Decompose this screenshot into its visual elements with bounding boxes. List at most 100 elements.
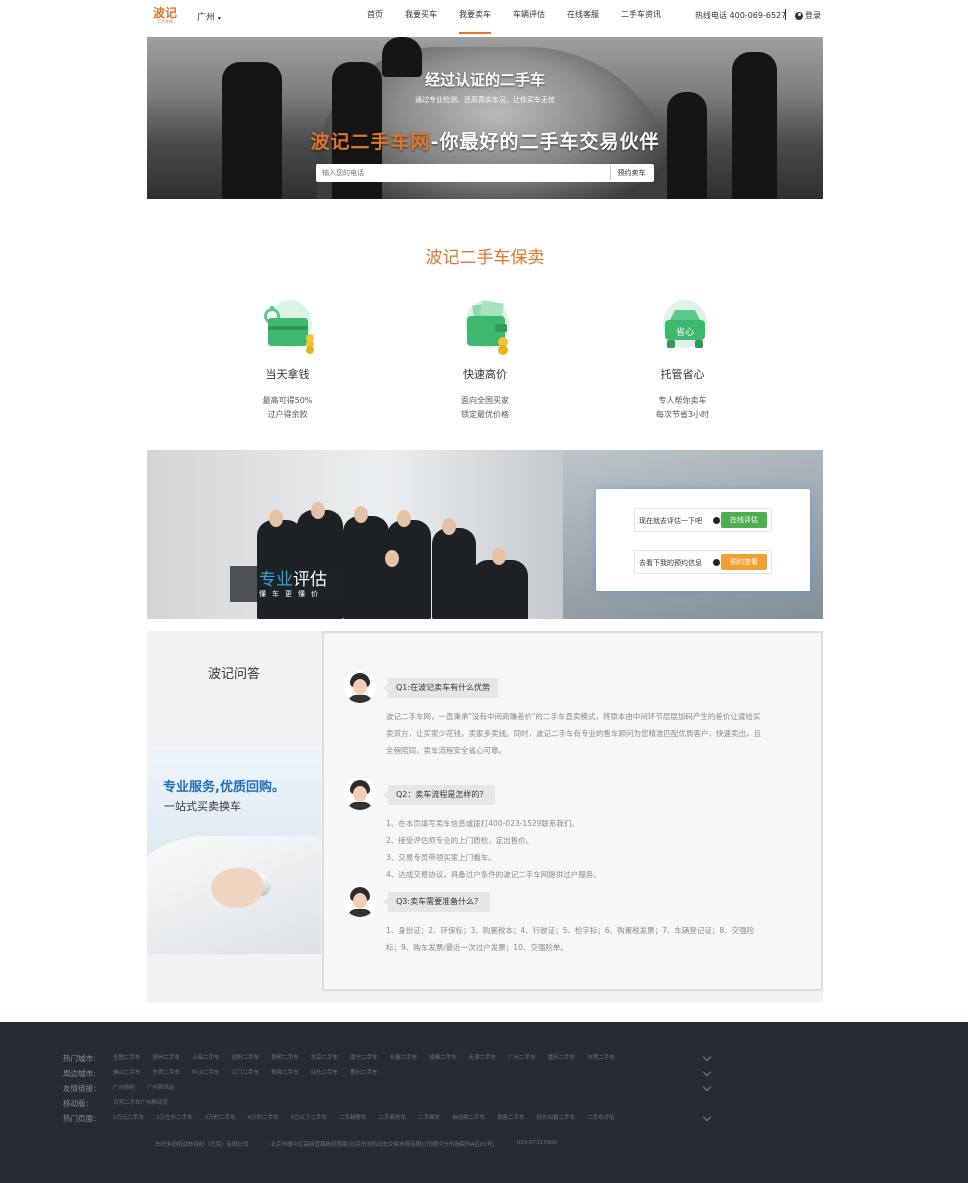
footer-link[interactable]: 二手越野车	[339, 1113, 367, 1124]
footer-link[interactable]: 南宁二手车	[350, 1053, 378, 1064]
footer-link[interactable]: 上海二手车	[192, 1053, 220, 1064]
icon-text: 省心	[675, 326, 693, 338]
answer-line: 标；9、购车发票/最近一次过户发票；10、交强险单。	[386, 943, 568, 952]
nav-online-service[interactable]: 在线客服	[567, 0, 599, 34]
feature-desc: 最高可得50%	[262, 396, 313, 405]
footer-link[interactable]: 急售二手车	[497, 1113, 525, 1124]
footer-link-row: 热门城市: 全国二手车 郑州二手车 上海二手车 沈阳二手车 昆明二手车 北京二手车 南宁二手车…	[63, 1053, 627, 1064]
face	[311, 502, 325, 519]
nav-car-evaluation[interactable]: 车辆评估	[513, 0, 545, 34]
answer-line: 1、在本页填写卖车信息或拨打400-023-1529联系我们。	[386, 819, 579, 828]
footer-link[interactable]: 昆明二手车	[271, 1053, 299, 1064]
footer-link-row: 热门页面： 1万元二手车 2万左右二手车 3万的二手车 4万的二手车 5万以下二手车 二手越…	[63, 1113, 627, 1124]
hotline: 热线电话 400-069-6527	[695, 11, 787, 20]
footer-link[interactable]: 沈阳二手车	[232, 1053, 260, 1064]
footer-link[interactable]: 长春二手车	[390, 1053, 418, 1064]
city-selector[interactable]: 广州 ▾	[197, 10, 221, 23]
team-member	[362, 562, 428, 619]
footer-link[interactable]: 广州资讯站	[147, 1083, 175, 1094]
wallet-clock-icon	[258, 298, 318, 358]
footer-link[interactable]: 二手面车	[418, 1113, 440, 1124]
ad-title: 专业服务,优质回购。	[163, 780, 285, 795]
nav-news[interactable]: 二手车资讯	[621, 0, 661, 34]
footer-link[interactable]: 5万以下二手车	[291, 1113, 328, 1124]
footer-link[interactable]: 佛山二手车	[113, 1068, 141, 1079]
footer-link[interactable]: 自动挡二手车	[452, 1113, 485, 1124]
login-link[interactable]: 登录	[795, 10, 821, 21]
footer-link[interactable]: 低价出售二手车	[537, 1113, 576, 1124]
qa-content: Q1:在波记卖车有什么优势 波记二手车网，一直秉承"没有中间商赚差价"的二手车直…	[322, 631, 823, 991]
view-appointment-button[interactable]: 预约查看	[721, 554, 767, 570]
user-icon	[795, 11, 803, 20]
footer-link[interactable]: 3万的二手车	[205, 1113, 236, 1124]
login-label: 登录	[805, 11, 821, 20]
nav-home[interactable]: 首页	[367, 0, 383, 34]
phone-input[interactable]	[316, 164, 606, 182]
footer-link[interactable]: 4万的二手车	[248, 1113, 279, 1124]
question-bubble: Q1:在波记卖车有什么优势	[382, 678, 499, 698]
footer-row-label: 周边城市:	[63, 1069, 96, 1078]
book-sell-button[interactable]: 预约卖车	[610, 166, 652, 180]
online-evaluation-button[interactable]: 在线评估	[721, 512, 767, 528]
footer-link[interactable]: 重庆二手车	[548, 1053, 576, 1064]
ad-subtitle: 一站式买卖换车	[164, 800, 241, 813]
face	[269, 510, 283, 527]
team-member	[472, 560, 528, 619]
chevron-down-icon[interactable]	[702, 1052, 712, 1062]
footer-link[interactable]: 天津二手车	[469, 1053, 497, 1064]
chevron-down-icon[interactable]	[702, 1067, 712, 1077]
footer-link-row: 周边城市: 佛山二手车 东莞二手车 中山二手车 江门二手车 珠海二手车 汕头二手车 惠州二手车	[63, 1068, 390, 1079]
footer-link[interactable]: 郑州二手车	[153, 1053, 181, 1064]
main-nav: 首页 我要买车 我要卖车 车辆评估 在线客服 二手车资讯	[367, 0, 683, 34]
answer-text: 1、身份证；2、环保标；3、购置税本；4、行驶证；5、检字标；6、购置税发票；7…	[386, 922, 786, 956]
wallet-coins-icon	[455, 298, 515, 358]
footer-link[interactable]: 二手车评估	[587, 1113, 615, 1124]
nav-buy-car[interactable]: 我要买车	[405, 0, 437, 34]
answer-line: 4、达成交易协议，具备过户条件的波记二手车网提供过户服务。	[386, 870, 601, 879]
city-label: 广州	[197, 13, 216, 23]
hand-image	[211, 868, 263, 908]
footer-link[interactable]: 广州二手车	[508, 1053, 536, 1064]
logo-main-text: 波记	[153, 6, 178, 20]
evaluation-banner: 专业评估 懂车更懂价 现在就去评估一下吧 在线评估 去看下我的预约信息 预约查看	[147, 450, 823, 619]
footer-link[interactable]: 惠州二手车	[350, 1068, 378, 1079]
footer-link[interactable]: 中山二手车	[192, 1068, 220, 1079]
feature-desc: 过户得余款	[267, 410, 308, 419]
chevron-down-icon[interactable]	[702, 1112, 712, 1122]
top-navigation: 波记 二手车网 广州 ▾ 首页 我要买车 我要卖车 车辆评估 在线客服 二手车资…	[147, 0, 823, 34]
nav-sell-car[interactable]: 我要卖车	[459, 0, 491, 34]
footer-link[interactable]: 江门二手车	[232, 1068, 260, 1079]
footer-link[interactable]: 广州商检	[113, 1083, 135, 1094]
footer-link[interactable]: 1万元二手车	[113, 1113, 144, 1124]
chevron-down-icon: ▾	[217, 15, 221, 22]
answer-line: 2、接受评估师专业的上门质检，定出售价。	[386, 836, 534, 845]
face	[385, 550, 399, 567]
qa-ad-banner[interactable]: 专业服务,优质回购。 一站式买卖换车	[147, 746, 321, 954]
footer-link[interactable]: 汕头二手车	[311, 1068, 339, 1079]
footer-link[interactable]: 东莞二手车	[153, 1068, 181, 1079]
footer-link[interactable]: 珠海二手车	[271, 1068, 299, 1079]
feature-item: 省心 托管省心 专人帮你卖车 每次节省3小时	[643, 298, 723, 422]
evaluation-panel: 现在就去评估一下吧 在线评估 去看下我的预约信息 预约查看	[596, 489, 810, 591]
site-logo[interactable]: 波记 二手车网	[153, 7, 177, 25]
car-shengxin-icon: 省心	[653, 298, 713, 358]
footer-link[interactable]: 贝壳二手车广州移动页	[113, 1098, 168, 1109]
company-name: 车好多旧机动车经纪（北京）有限公司	[155, 1142, 249, 1148]
face	[397, 510, 411, 527]
chevron-down-icon[interactable]	[702, 1082, 712, 1092]
footer-link[interactable]: 东莞二手车	[587, 1053, 615, 1064]
footer-link-row: 友情链接： 广州商检 广州资讯站	[63, 1083, 187, 1094]
section-title: 波记二手车保卖	[425, 248, 545, 268]
answer-line: 全程陪同，卖车流程安全省心可靠。	[386, 746, 506, 755]
team-member	[432, 528, 476, 619]
advisor-avatar	[344, 671, 376, 703]
footer-link[interactable]: 北京二手车	[311, 1053, 339, 1064]
answer-line: 3、交易专员带领买家上门看车。	[386, 853, 496, 862]
footer-link[interactable]: 2万左右二手车	[156, 1113, 193, 1124]
footer-link[interactable]: 二手商务车	[379, 1113, 407, 1124]
arrow-right-icon	[713, 517, 720, 524]
footer-link[interactable]: 全国二手车	[113, 1053, 141, 1064]
footer-link[interactable]: 成都二手车	[429, 1053, 457, 1064]
footer-row-label: 移动版：	[63, 1099, 93, 1108]
feature-item: 快速高价 面向全国买家 锁定最优价格	[445, 298, 525, 422]
